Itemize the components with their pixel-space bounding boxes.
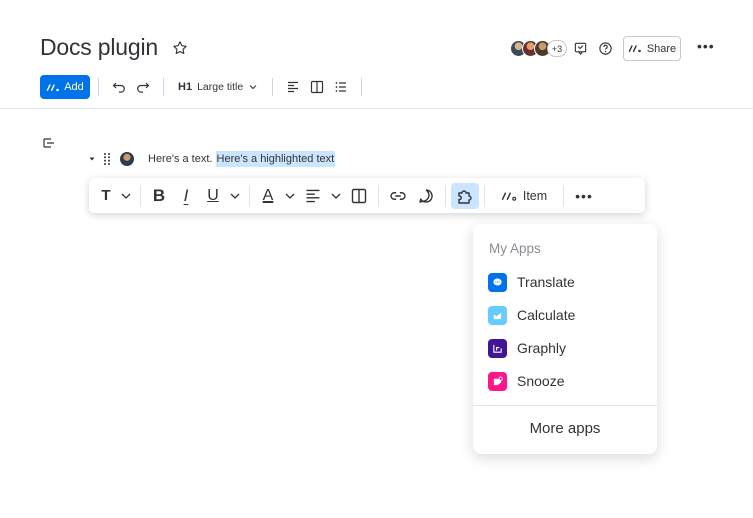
heading-style-select[interactable]: H1 Large title: [178, 81, 258, 93]
share-label: Share: [646, 42, 677, 55]
star-icon[interactable]: [172, 40, 188, 56]
add-label: Add: [64, 81, 84, 93]
drag-handle-icon[interactable]: [102, 152, 112, 166]
undo-icon[interactable]: [111, 79, 127, 95]
app-label: Graphly: [517, 340, 567, 356]
app-label: Translate: [517, 274, 575, 290]
chat-bubble-icon: [488, 272, 507, 292]
apps-menu: My Apps Translate Calculate Graphly Snoo…: [473, 224, 657, 454]
layout-columns-icon[interactable]: [345, 183, 373, 209]
item-button[interactable]: Item: [490, 183, 558, 209]
chevron-down-icon[interactable]: [327, 183, 345, 209]
align-left-icon[interactable]: [285, 79, 301, 95]
toolbar-divider: [484, 184, 485, 207]
apps-button[interactable]: [451, 182, 479, 209]
chevron-down-icon[interactable]: [117, 183, 135, 209]
layout-columns-icon[interactable]: [309, 79, 325, 95]
feedback-icon[interactable]: [573, 41, 588, 56]
align-left-icon[interactable]: [299, 183, 327, 209]
chevron-down-icon[interactable]: [226, 183, 244, 209]
avatar[interactable]: [120, 152, 134, 166]
text-color-button[interactable]: A: [255, 183, 281, 209]
bullet-list-icon[interactable]: [333, 79, 349, 95]
redo-icon[interactable]: [135, 79, 151, 95]
share-button[interactable]: Share: [623, 36, 681, 61]
more-options-icon[interactable]: •••: [569, 183, 599, 209]
chevron-down-icon: [249, 85, 257, 90]
comment-icon[interactable]: [412, 183, 440, 209]
toolbar-divider: [378, 184, 379, 207]
monday-logo-icon: [501, 191, 517, 201]
header-divider: [0, 108, 753, 109]
caret-down-icon[interactable]: [88, 155, 96, 163]
monday-logo-icon: [628, 45, 641, 53]
app-item-graphly[interactable]: Graphly: [488, 338, 566, 358]
more-apps-button[interactable]: More apps: [473, 420, 657, 437]
toolbar-divider: [445, 184, 446, 207]
text-type-button[interactable]: T: [95, 183, 117, 209]
app-label: Calculate: [517, 307, 576, 323]
apps-menu-heading: My Apps: [489, 241, 541, 256]
format-toolbar: T B I U A Item •••: [89, 178, 645, 213]
toolbar-divider: [361, 78, 363, 96]
app-item-translate[interactable]: Translate: [488, 272, 575, 292]
avatar-extra-count: +3: [547, 40, 567, 57]
item-label: Item: [522, 188, 548, 203]
toolbar-divider: [272, 78, 274, 96]
collaborator-avatars[interactable]: +3: [510, 40, 567, 57]
toolbar-divider: [98, 78, 99, 96]
toolbar-divider: [563, 184, 564, 207]
document-toolbar: Add H1 Large title: [40, 74, 370, 100]
italic-label: I: [183, 185, 189, 205]
underline-button[interactable]: U: [200, 183, 226, 209]
italic-button[interactable]: I: [172, 183, 200, 209]
app-label: Snooze: [517, 373, 565, 389]
outline-icon[interactable]: [42, 136, 56, 150]
chevron-down-icon[interactable]: [281, 183, 299, 209]
heading-style-value: Large title: [197, 81, 244, 93]
app-item-calculate[interactable]: Calculate: [488, 305, 575, 325]
menu-divider: [473, 405, 657, 406]
app-item-snooze[interactable]: Snooze: [488, 371, 564, 391]
text-block[interactable]: Here's a text. Here's a highlighted text: [88, 150, 336, 168]
page-title: Docs plugin: [40, 34, 158, 60]
monday-logo-icon: [46, 83, 60, 91]
puzzle-icon: [458, 189, 472, 204]
toolbar-divider: [163, 78, 164, 96]
highlighted-text[interactable]: Here's a highlighted text: [215, 151, 336, 167]
toolbar-divider: [140, 184, 141, 207]
link-icon[interactable]: [384, 183, 412, 209]
graph-icon: [488, 338, 507, 358]
more-options-icon[interactable]: •••: [697, 38, 715, 54]
toolbar-divider: [249, 184, 250, 207]
plain-text[interactable]: Here's a text.: [148, 153, 216, 165]
heading-marker: H1: [178, 81, 193, 93]
bold-button[interactable]: B: [146, 183, 172, 209]
chart-icon: [488, 305, 507, 325]
add-button[interactable]: Add: [40, 75, 90, 99]
help-icon[interactable]: [598, 41, 613, 56]
snooze-icon: [488, 371, 507, 391]
